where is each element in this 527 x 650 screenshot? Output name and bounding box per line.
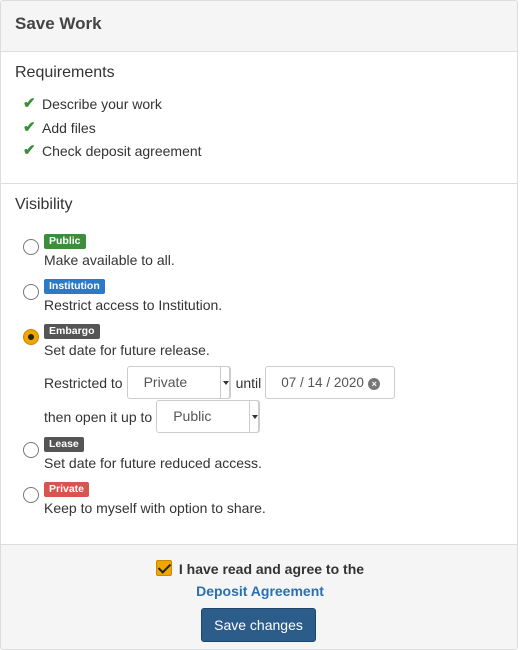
deposit-agreement-link[interactable]: Deposit Agreement [1,583,517,599]
requirement-label: Add files [42,119,96,136]
radio-lease[interactable] [23,442,39,458]
chevron-down-icon[interactable] [219,366,230,399]
option-description: Set date for future release. [44,342,210,358]
embargo-then-row: then open it up to Public [44,400,261,433]
restricted-select[interactable]: Private [126,366,231,399]
check-icon: ✔ [23,95,36,112]
visibility-heading: Visibility [15,196,73,213]
radio-private[interactable] [23,487,39,503]
check-icon: ✔ [23,142,36,159]
requirement-item: ✔ Add files [23,119,503,143]
radio-institution[interactable] [23,284,39,300]
option-description: Make available to all. [44,252,175,268]
embargo-restricted-row: Restricted to Private until 07 / 14 / 20… [44,366,396,399]
badge-lease: Lease [44,437,84,452]
badge-public: Public [44,234,86,249]
embargo-date-input[interactable]: 07 / 14 / 2020 × [265,366,396,399]
requirement-item: ✔ Describe your work [23,95,503,119]
clear-date-icon[interactable]: × [368,378,381,390]
agreement-row: I have read and agree to the [1,560,517,577]
requirements-section: Requirements ✔ Describe your work ✔ Add … [1,52,517,184]
badge-institution: Institution [44,279,105,294]
save-work-panel: Save Work Requirements ✔ Describe your w… [0,0,518,650]
chevron-down-icon[interactable] [249,400,260,433]
agreement-text: I have read and agree to the [178,561,365,577]
option-description: Restrict access to Institution. [44,297,223,313]
agreement-checkbox[interactable] [155,560,172,576]
panel-heading: Save Work [1,1,517,52]
requirement-label: Describe your work [42,96,162,112]
embargo-date-value: 07 / 14 / 2020 [281,375,364,390]
save-changes-button[interactable]: Save changes [201,608,316,642]
visibility-section: Visibility Public Make available to all.… [1,184,517,545]
then-label: then open it up to [44,408,153,425]
badge-private: Private [44,482,90,497]
option-description: Keep to myself with option to share. [44,500,266,516]
restricted-select-value: Private [143,374,188,390]
panel-title: Save Work [15,14,102,33]
requirements-list: ✔ Describe your work ✔ Add files ✔ Check… [15,95,503,166]
radio-public[interactable] [23,239,39,255]
badge-embargo: Embargo [44,324,100,339]
panel-footer: I have read and agree to the Deposit Agr… [1,544,517,649]
restricted-label: Restricted to [44,374,123,391]
until-label: until [235,374,262,391]
radio-embargo[interactable] [23,329,39,345]
requirements-heading: Requirements [15,64,115,81]
then-select-value: Public [173,408,212,424]
requirement-item: ✔ Check deposit agreement [23,142,503,166]
then-select[interactable]: Public [156,400,261,433]
requirement-label: Check deposit agreement [42,143,202,159]
option-description: Set date for future reduced access. [44,455,262,471]
check-icon: ✔ [23,118,36,136]
